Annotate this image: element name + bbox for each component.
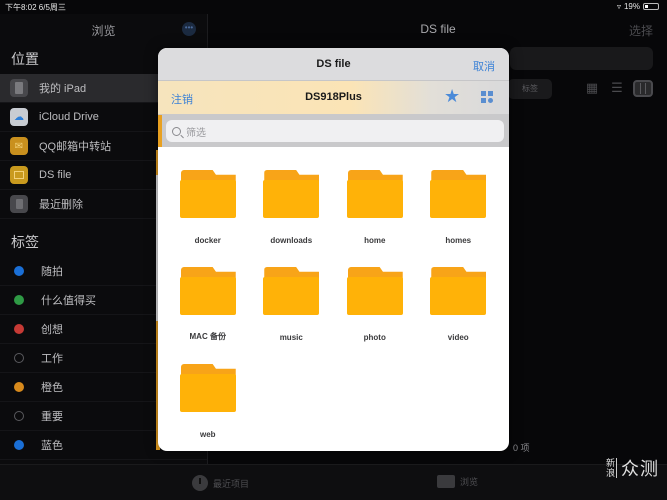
tag-color-dot (14, 324, 24, 334)
star-icon[interactable]: ★ (444, 86, 460, 107)
sidebar-item-label: DS file (39, 169, 72, 181)
battery-icon (643, 3, 659, 10)
main-search-field[interactable] (510, 47, 653, 70)
battery-percent: 19% (623, 2, 640, 11)
tag-color-dot (14, 295, 24, 305)
tag-color-dot (14, 411, 24, 421)
folder-item[interactable]: docker (166, 148, 250, 245)
modal-title: DS file (316, 58, 351, 70)
mail-icon: ✉ (10, 137, 28, 155)
sidebar-item-label: iCloud Drive (39, 111, 99, 123)
sidebar-item-label: 最近删除 (39, 199, 83, 211)
folder-icon (346, 267, 403, 317)
main-header: DS file 选择 (209, 14, 667, 44)
tag-label: 什么值得买 (41, 295, 96, 307)
folder-label: MAC 备份 (189, 332, 226, 341)
tab-browse[interactable]: 浏览 (437, 475, 478, 488)
modal-header: DS file 取消 (158, 48, 509, 81)
folder-icon (263, 267, 320, 317)
icon-view-icon[interactable]: ▦ (584, 80, 600, 96)
sidebar-title: 浏览 (91, 24, 116, 38)
tags-button[interactable]: 标签 (508, 79, 552, 99)
item-count: 0 项 (513, 443, 530, 453)
folder-label: home (364, 236, 386, 245)
folder-label: music (279, 333, 303, 342)
ellipsis-icon[interactable]: ••• (182, 22, 196, 36)
tag-color-dot (14, 353, 24, 363)
folder-item[interactable]: downloads (250, 148, 334, 245)
tag-color-dot (14, 382, 24, 392)
search-icon (172, 126, 181, 136)
folder-icon (179, 364, 236, 414)
folder-grid: docker downloads home homes MAC 备份 music photo… (158, 148, 509, 439)
tag-label: 创想 (41, 324, 63, 336)
clock-icon (192, 475, 208, 491)
tab-recent[interactable]: 最近项目 (192, 475, 249, 491)
select-button[interactable]: 选择 (629, 22, 653, 39)
tag-color-dot (14, 266, 24, 276)
folder-icon (430, 267, 487, 317)
ipad-icon (10, 79, 28, 97)
folder-label: downloads (270, 236, 313, 245)
tab-bar: 最近项目 浏览 (0, 464, 667, 500)
list-view-icon[interactable]: ☰ (609, 80, 625, 96)
folder-item[interactable]: home (333, 148, 417, 245)
folder-icon (430, 170, 487, 220)
folder-label: web (199, 430, 216, 439)
ds-file-picker-modal: DS file 取消 注销 DS918Plus ★ 筛选 docker downl… (158, 48, 509, 451)
grid-settings-icon[interactable] (481, 91, 495, 105)
folder-label: homes (445, 236, 472, 245)
trash-icon (10, 195, 28, 213)
folder-item[interactable]: music (250, 245, 334, 342)
nas-navbar: 注销 DS918Plus ★ (158, 81, 509, 115)
folder-item[interactable]: MAC 备份 (166, 245, 250, 342)
folder-icon (437, 475, 455, 488)
sidebar-item-label: 我的 iPad (39, 83, 87, 95)
tag-label: 橙色 (41, 382, 63, 394)
status-bar: 下午8:02 6/5周三 ▿ 19% (0, 0, 667, 14)
folder-icon (179, 170, 236, 220)
cancel-button[interactable]: 取消 (473, 58, 495, 74)
folder-item[interactable]: photo (333, 245, 417, 342)
tag-label: 蓝色 (41, 440, 63, 452)
folder-label: video (447, 333, 469, 342)
tag-color-dot (14, 440, 24, 450)
search-placeholder: 筛选 (186, 127, 206, 139)
sidebar-item-label: QQ邮箱中转站 (39, 141, 112, 153)
dsfile-icon (10, 166, 28, 184)
screen: 下午8:02 6/5周三 ▿ 19% 浏览 ••• 位置 我的 iPad ☁ i… (0, 0, 667, 500)
tag-label: 工作 (41, 353, 63, 365)
icloud-icon: ☁ (10, 108, 28, 126)
folder-icon (263, 170, 320, 220)
tag-label: 重要 (41, 411, 63, 423)
folder-icon (346, 170, 403, 220)
folder-label: docker (194, 236, 221, 245)
wifi-icon: ▿ (616, 2, 621, 11)
watermark-logo: 新浪 众测 (605, 458, 659, 479)
folder-item[interactable]: homes (417, 148, 501, 245)
main-title: DS file (420, 22, 456, 36)
column-view-icon[interactable] (633, 80, 653, 97)
tag-label: 随拍 (41, 266, 63, 278)
folder-item[interactable]: video (417, 245, 501, 342)
folder-label: photo (363, 333, 386, 342)
status-time-date: 下午8:02 6/5周三 (5, 3, 66, 12)
folder-icon (179, 267, 236, 315)
folder-item[interactable]: web (166, 342, 250, 439)
filter-search-input[interactable]: 筛选 (166, 120, 504, 142)
